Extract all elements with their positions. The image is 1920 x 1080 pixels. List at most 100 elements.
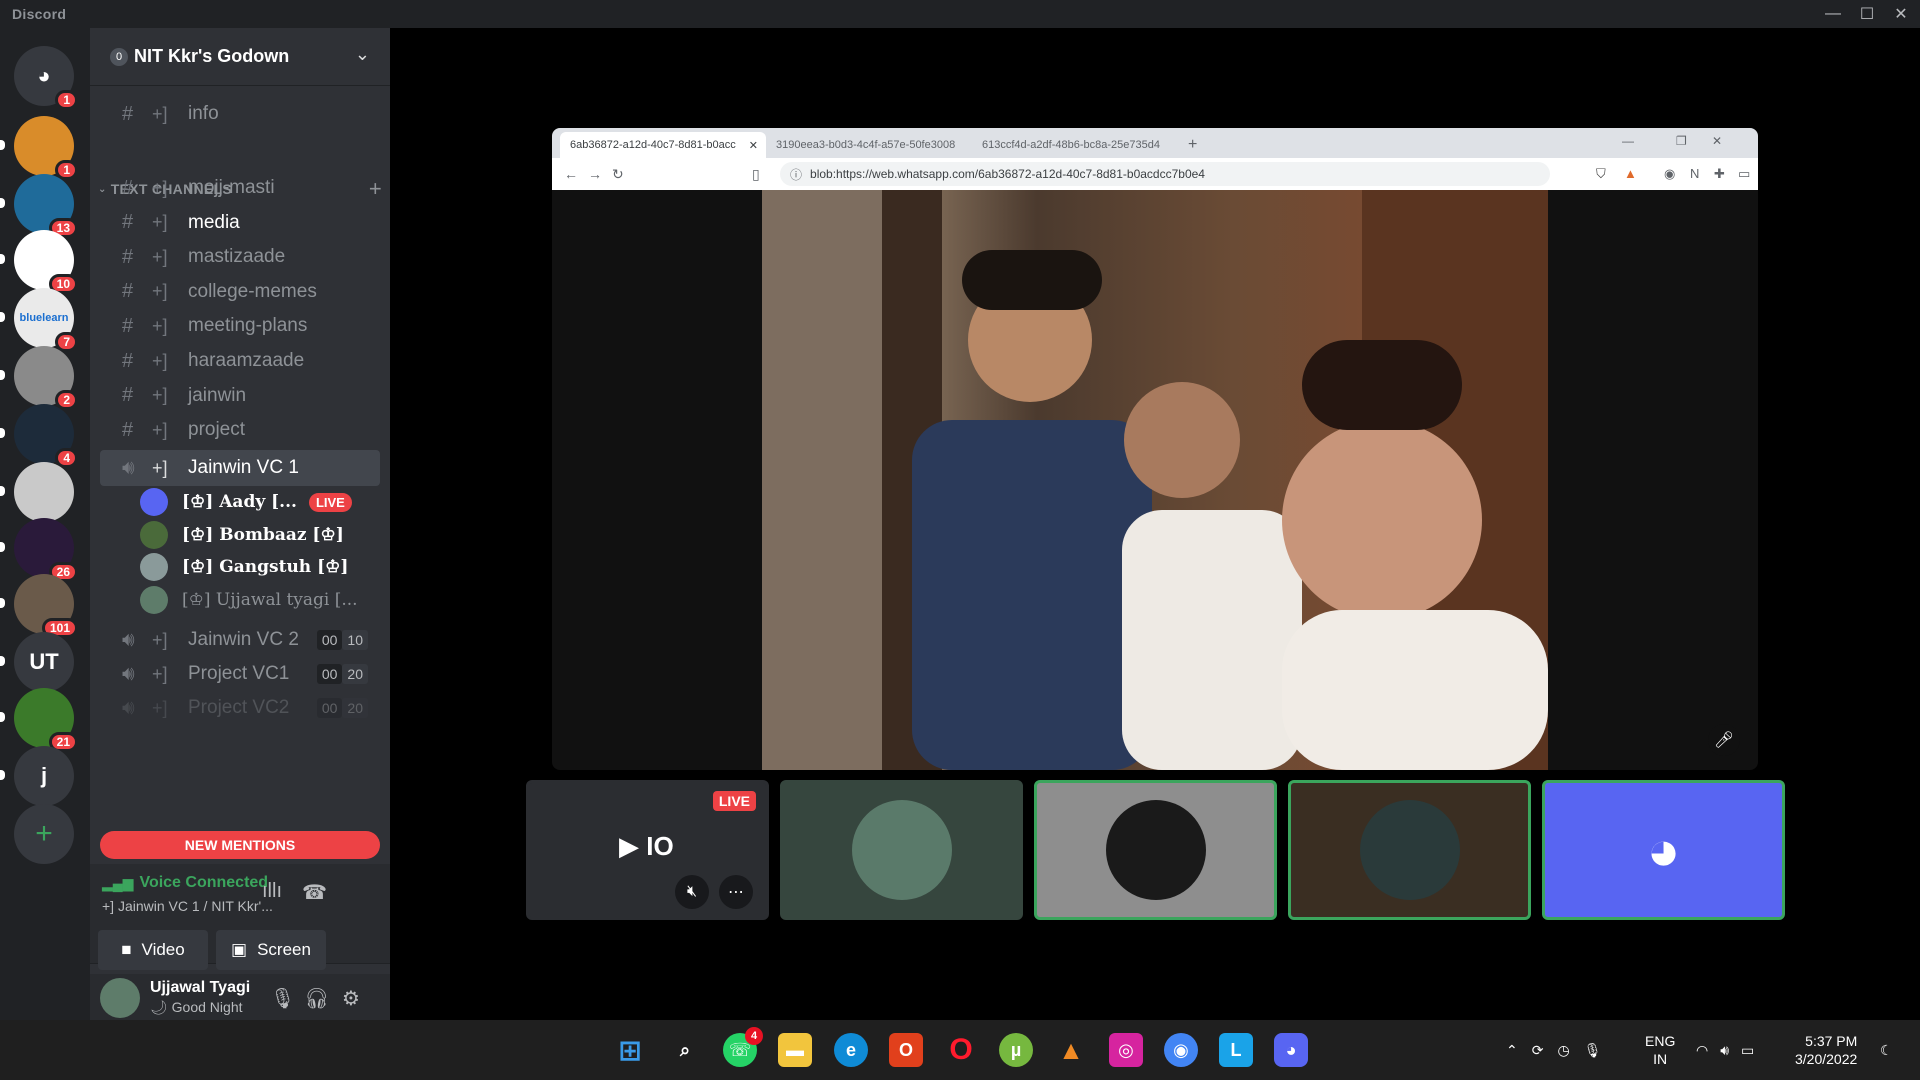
avatar[interactable] [100, 978, 140, 1018]
voice-user[interactable]: [♔] Bombaaz [♔] [140, 517, 380, 553]
instagram-icon[interactable]: ◎ [1109, 1033, 1143, 1067]
headphones-icon[interactable]: 🎧︎ [304, 986, 329, 1011]
browser-tab[interactable]: 3190eea3-b0d3-4c4f-a57e-50fe3008 [766, 132, 972, 158]
clock-app-icon[interactable]: ◷ [1557, 1042, 1569, 1059]
minimize-button[interactable]: — [1816, 0, 1850, 28]
disconnect-icon[interactable]: ☎︎ [302, 880, 327, 905]
new-tab-icon[interactable]: + [1188, 132, 1197, 158]
channel-info[interactable]: # +] info [100, 96, 380, 132]
back-icon[interactable]: ← [564, 166, 578, 182]
browser-tab[interactable]: 6ab36872-a12d-40c7-8d81-b0acc ✕ [560, 132, 766, 158]
moon-icon[interactable]: ☾ [1880, 1020, 1893, 1080]
channel-media[interactable]: # +] media [100, 205, 380, 241]
gear-icon[interactable]: ⚙ [342, 986, 360, 1011]
browser-tab[interactable]: 613ccf4d-a2df-48b6-bc8a-25e735d4 [972, 132, 1178, 158]
voice-user[interactable]: [♔] Gangstuh [♔] [140, 549, 380, 585]
sync-icon[interactable]: ⟳ [1532, 1042, 1544, 1059]
vlc-icon[interactable]: ▲ [1054, 1033, 1088, 1067]
mute-stream-icon[interactable]: 🔇︎ [675, 875, 709, 909]
max-count: 20 [342, 698, 368, 718]
voice-user[interactable]: [♔] Ujjawal tyagi [... [140, 582, 380, 618]
server-icon-server-10[interactable]: 101 [0, 574, 78, 638]
language-indicator[interactable]: ENG IN [1645, 1020, 1675, 1080]
server-icon-add-server[interactable]: + [14, 804, 74, 864]
opera-icon[interactable]: O [944, 1033, 978, 1067]
discord-tile[interactable]: ◕ [1542, 780, 1785, 920]
edge-icon[interactable]: e [834, 1033, 868, 1067]
channel-meeting-plans[interactable]: # +] meeting-plans [100, 308, 380, 344]
server-icon-server-3[interactable]: 13 [0, 174, 78, 238]
extension-icon[interactable]: N [1690, 166, 1699, 181]
quick-settings[interactable]: ◠ 🔊︎ ▭ [1696, 1020, 1754, 1080]
voice-channel[interactable]: 🔊︎ +] Jainwin VC 2 00 10 [100, 622, 380, 658]
server-icon-server-4[interactable]: 10 [0, 230, 78, 294]
close-icon[interactable]: ✕ [749, 139, 758, 152]
bookmark-icon[interactable]: ▯ [752, 166, 760, 183]
channel-mojj-masti[interactable]: # +] mojj-masti [100, 170, 380, 206]
server-icon-server-5[interactable]: bluelearn 7 [0, 288, 78, 352]
whatsapp-icon[interactable]: ☏ 4 [723, 1027, 763, 1067]
server-icon-server-7[interactable]: 4 [0, 404, 78, 468]
puzzle-icon[interactable]: ✚ [1714, 166, 1725, 182]
bombaaz-tile[interactable] [780, 780, 1023, 920]
chrome-icon[interactable]: ◉ [1164, 1033, 1198, 1067]
voice-connected-status[interactable]: ▂▄▆ Voice Connected [102, 874, 268, 892]
streamed-browser-window[interactable]: 6ab36872-a12d-40c7-8d81-b0acc ✕ 3190eea3-… [552, 128, 1758, 770]
chevron-up-icon[interactable]: ⌃ [1506, 1042, 1518, 1059]
restore-icon[interactable]: ❐ [1676, 134, 1687, 148]
forward-icon[interactable]: → [588, 166, 602, 182]
minimize-icon[interactable]: — [1622, 134, 1634, 148]
channel-mastizaade[interactable]: # +] mastizaade [100, 239, 380, 275]
reload-icon[interactable]: ↻ [612, 166, 624, 183]
channel-project[interactable]: # +] project [100, 412, 380, 448]
voice-location[interactable]: +] Jainwin VC 1 / NIT Kkr'... [102, 898, 273, 914]
chevron-down-icon[interactable]: ⌄ [355, 44, 370, 65]
new-mentions-bar[interactable]: NEW MENTIONS [100, 831, 380, 859]
office-icon[interactable]: O [889, 1033, 923, 1067]
microphone-icon[interactable]: 🎙︎ [1584, 1042, 1602, 1059]
anonymous-tile[interactable] [1034, 780, 1277, 920]
channel-college-memes[interactable]: # +] college-memes [100, 274, 380, 310]
server-icon-server-9[interactable]: 26 [0, 518, 78, 582]
channel-jainwin[interactable]: # +] jainwin [100, 378, 380, 414]
noise-suppression-icon[interactable]: ıllı [262, 880, 282, 903]
thread-icon: +] [152, 629, 168, 650]
server-icon-server-11[interactable]: UT [0, 632, 74, 692]
search-icon[interactable]: ⌕ [668, 1033, 702, 1067]
channel-haraamzaade[interactable]: # +] haraamzaade [100, 343, 380, 379]
server-icon-server-13[interactable]: j [0, 746, 74, 806]
maximize-button[interactable]: ☐ [1850, 0, 1884, 28]
extension-icon[interactable]: ◉ [1664, 166, 1675, 182]
voice-channel[interactable]: 🔊︎ +] Project VC2 00 20 [100, 690, 380, 726]
guild-header[interactable]: 0 NIT Kkr's Godown ⌄ [90, 28, 390, 86]
utorrent-icon[interactable]: µ [999, 1033, 1033, 1067]
warning-icon[interactable]: ▲ [1624, 166, 1637, 181]
server-icon-server-2[interactable]: 1 [0, 116, 78, 180]
l-app-icon[interactable]: L [1219, 1033, 1253, 1067]
voice-channel[interactable]: 🔊︎ +] Project VC1 00 20 [100, 656, 380, 692]
video-button[interactable]: ■ Video [98, 930, 208, 970]
discord-icon[interactable]: ◕ [1274, 1033, 1308, 1067]
channel-name: project [188, 419, 246, 441]
start-icon[interactable]: ⊞ [613, 1033, 647, 1067]
aady-stream[interactable]: ▶ IO LIVE 🔇︎ ⋯ [526, 780, 769, 920]
server-icon-server-6[interactable]: 2 [0, 346, 78, 410]
microphone-icon[interactable]: 🎙︎ [270, 986, 295, 1011]
server-icon-home[interactable]: ◕ 1 [14, 46, 78, 110]
address-bar[interactable]: ⓘ blob:https://web.whatsapp.com/6ab36872… [780, 162, 1550, 186]
wallet-icon[interactable]: ▭ [1738, 166, 1750, 182]
file-explorer-icon[interactable]: ▬ [778, 1033, 812, 1067]
clock[interactable]: 5:37 PM 3/20/2022 [1795, 1020, 1857, 1080]
shield-icon[interactable]: ⛉ [1596, 166, 1606, 182]
screen-share-button[interactable]: ▣ Screen [216, 930, 326, 970]
server-icon-server-12[interactable]: 21 [0, 688, 78, 752]
server-icon-server-8[interactable] [0, 462, 74, 522]
muted-mic-icon[interactable]: 🎤︎ [1708, 724, 1740, 756]
voice-channel-jainwin-vc1[interactable]: 🔊︎ +] Jainwin VC 1 [100, 450, 380, 486]
voice-user[interactable]: [♔] Aady [... LIVE [140, 484, 380, 520]
close-icon[interactable]: ✕ [1712, 134, 1722, 148]
close-button[interactable]: ✕ [1884, 0, 1918, 28]
chess-tile[interactable] [1288, 780, 1531, 920]
avatar [1359, 800, 1460, 900]
more-options-icon[interactable]: ⋯ [719, 875, 753, 909]
